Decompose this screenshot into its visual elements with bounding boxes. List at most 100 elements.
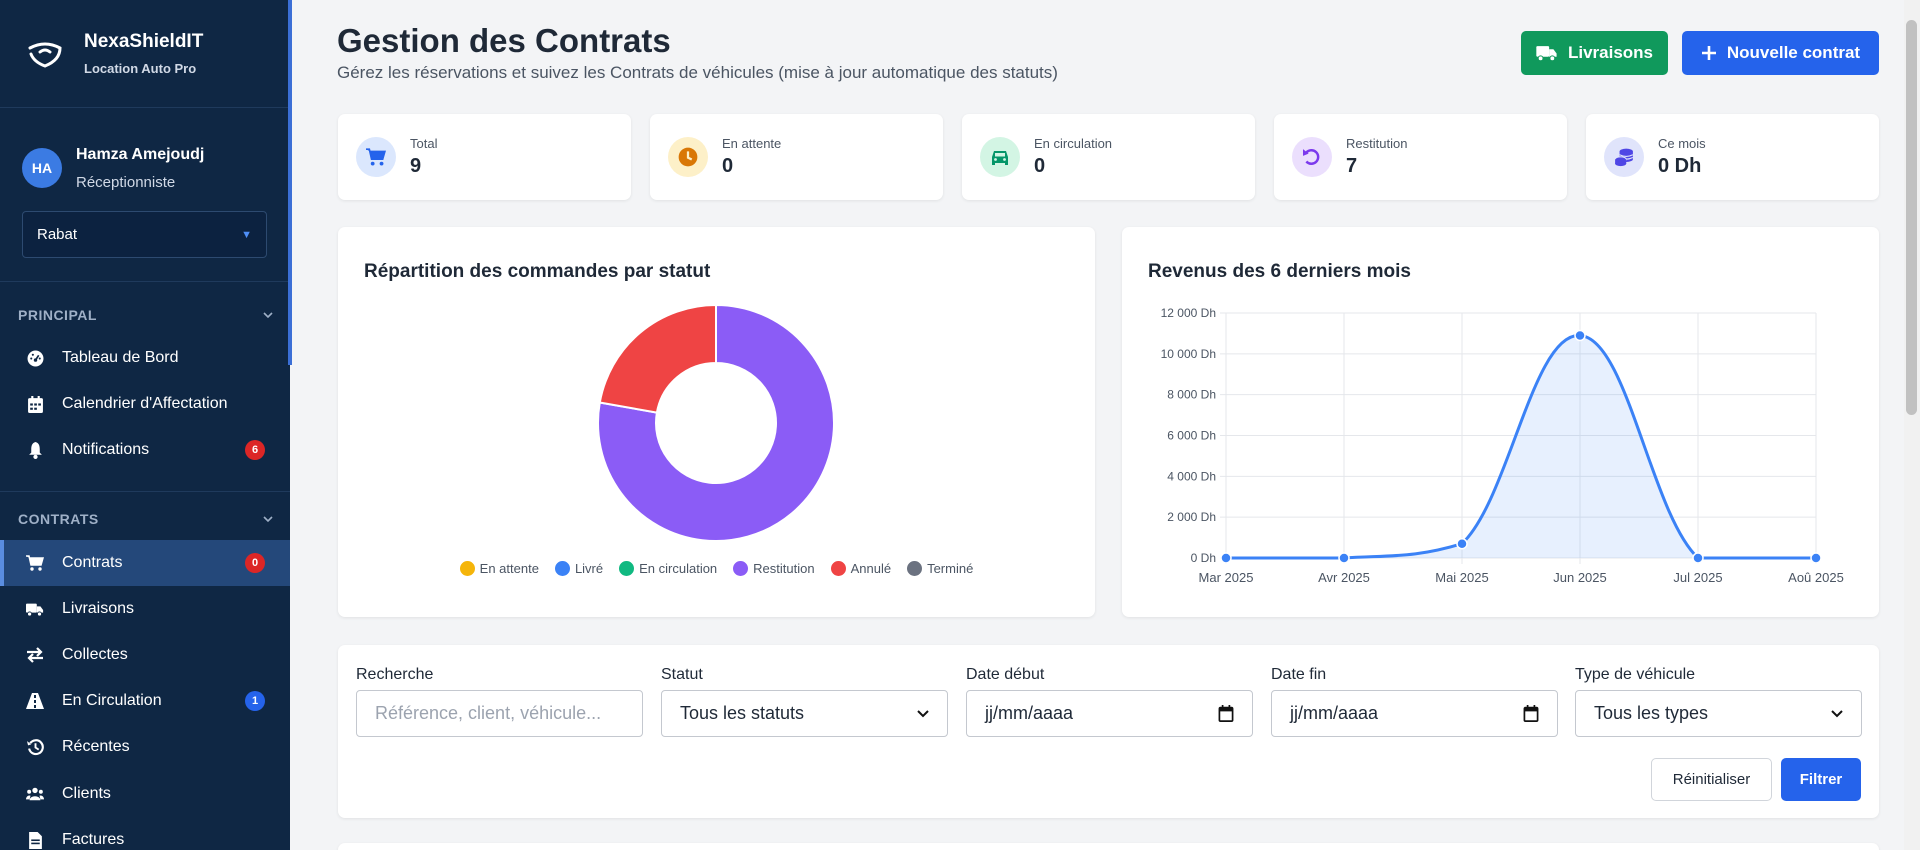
stat-label: En attente [722, 136, 782, 151]
user-name: Hamza Amejoudj [76, 145, 205, 163]
filter-button[interactable]: Filtrer [1781, 758, 1861, 801]
legend-item[interactable]: Annulé [830, 561, 892, 576]
page-title: Gestion des Contrats [337, 22, 671, 59]
page-subtitle: Gérez les réservations et suivez les Con… [337, 63, 1058, 82]
users-icon [26, 785, 44, 803]
cart-icon [26, 554, 44, 572]
sidebar-item-label: Récentes [62, 738, 130, 755]
x-tick-label: Avr 2025 [1318, 570, 1370, 585]
legend-item[interactable]: Terminé [907, 561, 973, 576]
status-chart-card: Répartition des commandes par statut En … [338, 227, 1095, 617]
invoice-icon [26, 831, 44, 849]
data-point-0[interactable] [1220, 552, 1232, 564]
section-principal[interactable]: PRINCIPAL [18, 307, 273, 323]
new-contract-button[interactable]: Nouvelle contrat [1682, 31, 1879, 75]
sidebar-item-label: Clients [62, 785, 111, 802]
status-select[interactable]: Tous les statuts [661, 690, 948, 737]
brand-title: NexaShieldIT [84, 31, 204, 52]
x-tick-label: Jun 2025 [1553, 570, 1607, 585]
stat-card-en-attente: En attente 0 [650, 114, 943, 200]
truck-icon [1536, 46, 1557, 61]
chevron-down-icon [917, 709, 929, 717]
circulation-count-badge: 1 [245, 691, 265, 711]
legend-label: Restitution [753, 561, 815, 576]
legend-label: En circulation [639, 561, 718, 576]
scrollbar-thumb[interactable] [1906, 20, 1917, 415]
section-principal-label: PRINCIPAL [18, 307, 97, 323]
data-point-5[interactable] [1810, 552, 1822, 564]
agency-select[interactable]: Rabat ▼ [22, 211, 267, 258]
avatar: HA [22, 148, 62, 188]
stat-value: 9 [410, 155, 422, 177]
legend-swatch [830, 561, 846, 576]
x-tick-label: Mai 2025 [1435, 570, 1488, 585]
date-end-input[interactable]: jj/mm/aaaa [1271, 690, 1558, 737]
y-tick-label: 4 000 Dh [1167, 469, 1216, 483]
sidebar-item-contrats[interactable]: Contrats 0 [0, 540, 290, 586]
undo-icon [1292, 137, 1332, 177]
legend-swatch [733, 561, 749, 576]
calendar-icon [26, 395, 44, 413]
legend-item[interactable]: Restitution [733, 561, 815, 576]
car-icon [980, 137, 1020, 177]
donut-slice-annulé[interactable] [598, 303, 717, 414]
y-tick-label: 12 000 Dh [1161, 306, 1216, 320]
date-start-input[interactable]: jj/mm/aaaa [966, 690, 1253, 737]
stat-label: En circulation [1034, 136, 1113, 151]
x-tick-label: Aoû 2025 [1788, 570, 1844, 585]
data-point-3[interactable] [1574, 329, 1586, 342]
sidebar-item-notifications[interactable]: Notifications 6 [0, 427, 290, 473]
stat-card-total: Total 9 [338, 114, 631, 200]
y-tick-label: 2 000 Dh [1167, 510, 1216, 524]
contracts-table-card [338, 843, 1879, 850]
sidebar-item-factures[interactable]: Factures [0, 817, 290, 850]
sidebar-item-label: Livraisons [62, 600, 135, 617]
search-placeholder: Référence, client, véhicule... [375, 703, 602, 723]
vehicle-type-select[interactable]: Tous les types [1575, 690, 1862, 737]
sidebar-item-recentes[interactable]: Récentes [0, 724, 290, 770]
stat-card-restitution: Restitution 7 [1274, 114, 1567, 200]
stat-card-en-circulation: En circulation 0 [962, 114, 1255, 200]
user-profile[interactable]: HA Hamza Amejoudj Réceptionniste [0, 108, 290, 208]
agency-value: Rabat [37, 226, 78, 243]
sidebar-item-calendar[interactable]: Calendrier d'Affectation [0, 381, 290, 427]
sidebar-item-label: En Circulation [62, 692, 162, 709]
date-end-label: Date fin [1271, 666, 1327, 683]
stat-card-ce-mois: Ce mois 0 Dh [1586, 114, 1879, 200]
sidebar-item-clients[interactable]: Clients [0, 771, 290, 817]
calendar-icon [1523, 705, 1539, 722]
data-point-2[interactable] [1456, 537, 1468, 550]
search-input[interactable]: Référence, client, véhicule... [356, 690, 643, 737]
shield-logo-icon [28, 42, 62, 68]
x-tick-label: Jul 2025 [1673, 570, 1722, 585]
vehicle-type-label: Type de véhicule [1575, 666, 1696, 683]
sidebar-item-livraisons[interactable]: Livraisons [0, 586, 290, 632]
data-point-4[interactable] [1692, 552, 1704, 564]
stat-label: Restitution [1346, 136, 1408, 151]
chart-legend: En attente Livré En circulation Restitution… [338, 561, 1095, 576]
section-contrats[interactable]: CONTRATS [18, 511, 273, 527]
stat-value: 0 [1034, 155, 1046, 177]
sidebar-item-label: Tableau de Bord [62, 349, 179, 366]
sidebar-item-collectes[interactable]: Collectes [0, 632, 290, 678]
y-tick-label: 0 Dh [1191, 551, 1216, 565]
sidebar-item-label: Factures [62, 831, 125, 848]
data-point-1[interactable] [1338, 552, 1350, 564]
brand-subtitle: Location Auto Pro [84, 61, 197, 76]
chevron-down-icon [1831, 709, 1843, 717]
section-contrats-label: CONTRATS [18, 511, 99, 527]
sidebar-item-dashboard[interactable]: Tableau de Bord [0, 335, 290, 381]
reset-button[interactable]: Réinitialiser [1651, 758, 1772, 801]
livraisons-button[interactable]: Livraisons [1521, 31, 1668, 75]
brand[interactable]: NexaShieldIT Location Auto Pro [0, 0, 290, 108]
legend-swatch [459, 561, 475, 576]
y-tick-label: 8 000 Dh [1167, 388, 1216, 402]
legend-item[interactable]: En circulation [619, 561, 717, 576]
user-role: Réceptionniste [76, 173, 176, 191]
legend-item[interactable]: En attente [459, 561, 539, 576]
legend-label: Annulé [850, 561, 892, 576]
stat-label: Ce mois [1658, 136, 1706, 151]
legend-item[interactable]: Livré [554, 561, 603, 576]
sidebar-item-en-circulation[interactable]: En Circulation 1 [0, 678, 290, 724]
sidebar-scroll-indicator [288, 0, 292, 365]
